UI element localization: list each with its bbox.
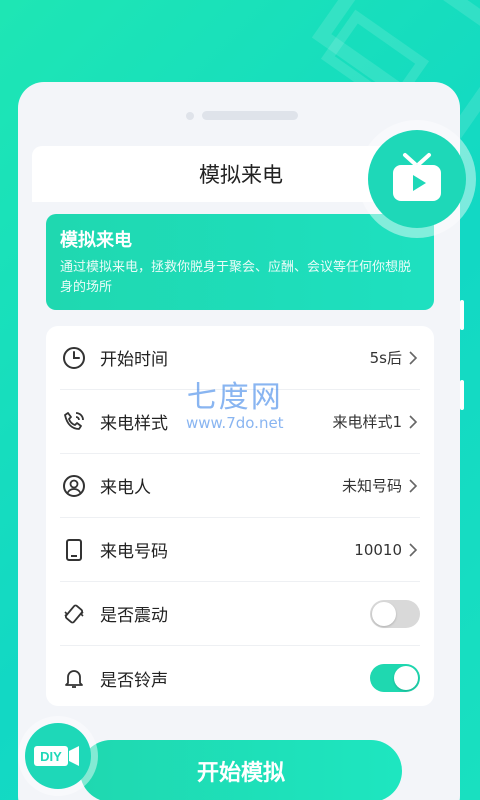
setting-caller[interactable]: 来电人 未知号码 [60,454,420,518]
tv-icon [368,130,466,228]
watermark-logo-text: 七度网 [186,380,283,415]
toggle-knob [394,666,418,690]
watermark-url: www.7do.net [186,414,284,432]
vibrate-toggle[interactable] [370,599,420,628]
chevron-right-icon [408,542,420,558]
vibrate-icon [60,600,88,628]
chevron-right-icon [408,478,420,494]
banner-title: 模拟来电 [60,230,132,251]
mobile-phone-icon [60,536,88,564]
setting-label: 来电号码 [100,542,168,562]
setting-value: 5s后 [369,349,402,367]
setting-value: 来电样式1 [332,413,402,431]
bell-icon [60,664,88,692]
banner-description: 通过模拟来电，拯救你脱身于聚会、应酬、会议等任何你想脱身的场所 [60,260,412,295]
phone-side-button [460,300,464,330]
chevron-right-icon [408,350,420,366]
app-screen: 模拟来电 模拟来电 通过模拟来电，拯救你脱身于聚会、应酬、会议等任何你想脱身的场… [32,146,450,800]
phone-camera [186,112,194,120]
chevron-right-icon [408,414,420,430]
ringtone-toggle[interactable] [370,664,420,692]
watermark: 七度网 www.7do.net [186,372,284,432]
setting-ringtone: 是否铃声 [60,646,420,710]
setting-caller-number[interactable]: 来电号码 10010 [60,518,420,582]
feature-banner: 模拟来电 通过模拟来电，拯救你脱身于聚会、应酬、会议等任何你想脱身的场所 [46,214,434,310]
setting-label: 来电人 [100,478,151,498]
setting-label: 是否震动 [100,606,168,626]
setting-value: 未知号码 [341,477,402,495]
diy-label: DIY [40,749,62,764]
clock-icon [60,344,88,372]
diy-video-icon: DIY [25,723,91,789]
phone-speaker [202,111,298,120]
setting-value: 10010 [354,540,402,559]
setting-label: 是否铃声 [100,670,168,691]
setting-vibrate: 是否震动 [60,582,420,646]
diy-badge: DIY [18,716,98,796]
toggle-knob [372,601,396,626]
person-icon [60,472,88,500]
phone-side-button [460,380,464,410]
setting-label: 开始时间 [100,350,168,370]
start-simulation-button[interactable]: 开始模拟 [80,740,402,800]
phone-call-icon [60,408,88,436]
tv-badge [358,120,476,238]
